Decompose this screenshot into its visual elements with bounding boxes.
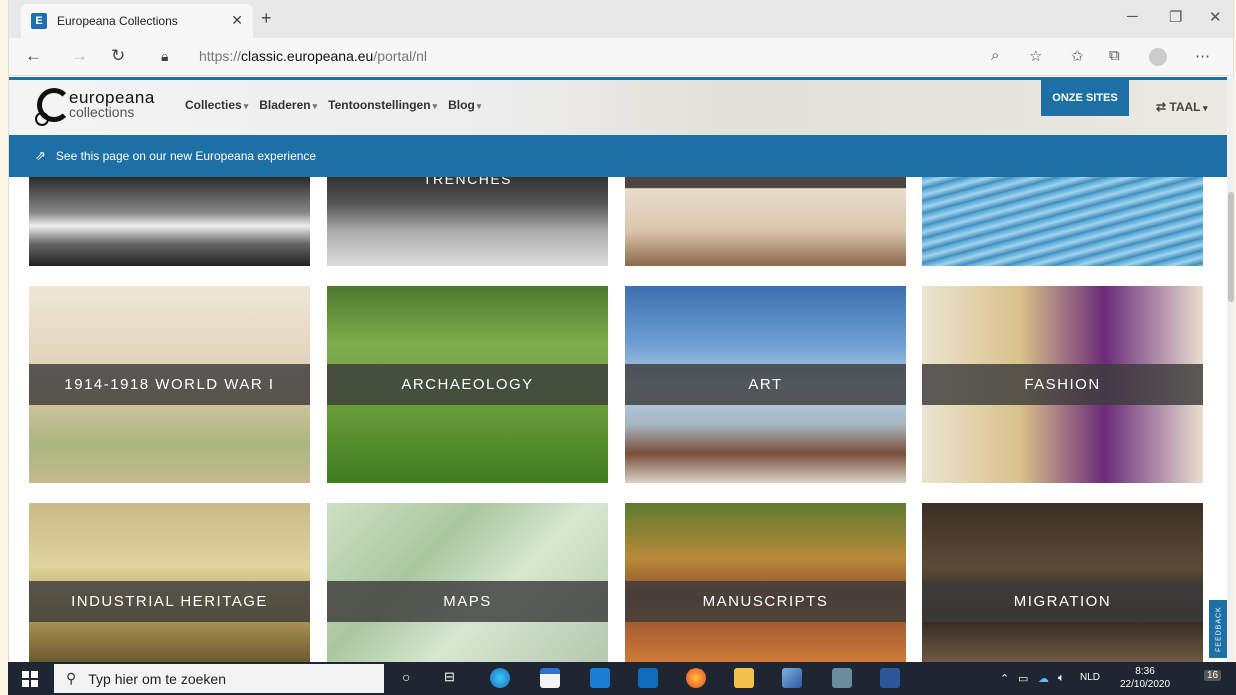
tile-label: ART bbox=[625, 364, 906, 405]
app-icon[interactable] bbox=[782, 668, 802, 688]
site-header: europeana collections Collecties ▾ Blader… bbox=[9, 77, 1227, 135]
favorites-list-icon[interactable]: ✩ bbox=[1071, 47, 1084, 65]
browser-tab[interactable]: E Europeana Collections ✕ bbox=[21, 4, 253, 38]
url-field[interactable]: https://classic.europeana.eu/portal/nl bbox=[199, 48, 427, 64]
nav-collecties[interactable]: Collecties ▾ bbox=[185, 98, 248, 112]
logo-subtitle: collections bbox=[69, 104, 135, 120]
tab-bar: E Europeana Collections ✕ + ─ ❐ ✕ bbox=[9, 0, 1233, 38]
new-experience-banner[interactable]: ⇗ See this page on our new Europeana exp… bbox=[9, 135, 1227, 177]
scrollbar-thumb[interactable] bbox=[1228, 192, 1234, 302]
external-link-icon: ⇗ bbox=[35, 148, 46, 163]
nav-tentoonstellingen[interactable]: Tentoonstellingen ▾ bbox=[328, 98, 437, 112]
word-icon[interactable] bbox=[880, 668, 900, 688]
minimize-icon[interactable]: ─ bbox=[1127, 8, 1138, 25]
collection-tile-manuscripts[interactable]: MANUSCRIPTS bbox=[625, 503, 906, 662]
tile-label: 1914-1918 WORLD WAR I bbox=[29, 364, 310, 405]
forward-icon[interactable]: → bbox=[71, 46, 88, 66]
zoom-icon[interactable]: ⌕ bbox=[991, 47, 999, 64]
partial-tile-label: TRENCHES bbox=[422, 177, 512, 187]
browser-window: E Europeana Collections ✕ + ─ ❐ ✕ ← → ↻ … bbox=[8, 0, 1235, 662]
file-explorer-icon[interactable] bbox=[734, 668, 754, 688]
collection-tile-partial[interactable] bbox=[625, 177, 906, 266]
main-nav: Collecties ▾ Bladeren ▾ Tentoonstellingen ▾… bbox=[185, 98, 481, 112]
chevron-down-icon: ▾ bbox=[243, 101, 249, 111]
firefox-icon[interactable] bbox=[686, 668, 706, 688]
translate-icon: ⇄ bbox=[1156, 100, 1167, 114]
address-bar: ← → ↻ 🔒︎ https://classic.europeana.eu/po… bbox=[9, 38, 1233, 76]
taskbar-search-input[interactable]: ⚲ Typ hier om te zoeken bbox=[54, 664, 384, 693]
calculator-icon[interactable] bbox=[832, 668, 852, 688]
feedback-button[interactable]: FEEDBACK bbox=[1209, 600, 1229, 658]
tile-label: ARCHAEOLOGY bbox=[327, 364, 608, 405]
logo-wordmark: europeana bbox=[69, 88, 155, 107]
windows-start-icon[interactable] bbox=[22, 671, 38, 687]
volume-icon[interactable]: 🔈︎ bbox=[1058, 672, 1065, 685]
search-icon: ⚲ bbox=[66, 670, 77, 686]
collection-tile-partial[interactable]: TRENCHES bbox=[327, 177, 608, 266]
onze-sites-button[interactable]: ONZE SITES bbox=[1041, 80, 1129, 116]
edge-icon[interactable] bbox=[490, 668, 510, 688]
tile-label: INDUSTRIAL HERITAGE bbox=[29, 581, 310, 622]
chevron-down-icon: ▾ bbox=[432, 101, 438, 111]
collection-tile-archaeology[interactable]: ARCHAEOLOGY bbox=[327, 286, 608, 483]
notification-count: 16 bbox=[1207, 670, 1219, 681]
close-tab-icon[interactable]: ✕ bbox=[231, 12, 243, 29]
restore-icon[interactable]: ❐ bbox=[1169, 8, 1182, 26]
tile-label: MANUSCRIPTS bbox=[625, 581, 906, 622]
europeana-favicon-icon: E bbox=[31, 13, 47, 29]
profile-avatar[interactable] bbox=[1149, 48, 1167, 66]
page-scrollbar[interactable] bbox=[1227, 77, 1235, 662]
store-icon[interactable] bbox=[540, 668, 560, 688]
collection-tile-industrial-heritage[interactable]: INDUSTRIAL HERITAGE bbox=[29, 503, 310, 662]
collection-tile-art[interactable]: ART bbox=[625, 286, 906, 483]
collection-tile-fashion[interactable]: FASHION bbox=[922, 286, 1203, 483]
europeana-logo-icon bbox=[35, 86, 71, 126]
task-view-icon[interactable]: ⊟ bbox=[444, 669, 455, 685]
tile-label: MIGRATION bbox=[922, 581, 1203, 622]
outlook-icon[interactable] bbox=[638, 668, 658, 688]
nav-bladeren[interactable]: Bladeren ▾ bbox=[259, 98, 317, 112]
lock-icon: 🔒︎ bbox=[161, 48, 169, 64]
clock[interactable]: 8:36 22/10/2020 bbox=[1120, 665, 1170, 691]
chevron-up-icon[interactable]: ⌃ bbox=[1000, 672, 1009, 685]
collection-tile-migration[interactable]: MIGRATION bbox=[922, 503, 1203, 662]
language-selector[interactable]: ⇄ TAAL ▾ bbox=[1156, 100, 1208, 114]
banner-text: See this page on our new Europeana exper… bbox=[55, 149, 317, 163]
close-window-icon[interactable]: ✕ bbox=[1209, 8, 1222, 26]
collection-tile-partial[interactable] bbox=[29, 177, 310, 266]
collection-tile-ww1[interactable]: 1914-1918 WORLD WAR I bbox=[29, 286, 310, 483]
europeana-logo[interactable]: europeana collections bbox=[35, 86, 155, 126]
collection-tile-maps[interactable]: MAPS bbox=[327, 503, 608, 662]
language-indicator[interactable]: NLD bbox=[1080, 672, 1100, 683]
collection-tile-partial[interactable] bbox=[922, 177, 1203, 266]
favorite-star-icon[interactable]: ☆ bbox=[1029, 47, 1042, 65]
notification-center-icon[interactable]: 16 bbox=[1204, 670, 1222, 681]
back-icon[interactable]: ← bbox=[25, 46, 42, 66]
chevron-down-icon: ▾ bbox=[476, 101, 482, 111]
mail-icon[interactable] bbox=[590, 668, 610, 688]
tile-label: MAPS bbox=[327, 581, 608, 622]
nav-blog[interactable]: Blog ▾ bbox=[448, 98, 481, 112]
onedrive-icon[interactable]: ☁ bbox=[1038, 672, 1049, 685]
network-icon[interactable]: ▭ bbox=[1018, 672, 1028, 685]
more-menu-icon[interactable]: ⋯ bbox=[1195, 47, 1210, 65]
refresh-icon[interactable]: ↻ bbox=[111, 46, 125, 66]
windows-taskbar: ⚲ Typ hier om te zoeken ○ ⊟ ⌃ ▭ ☁ 🔈︎ NLD… bbox=[8, 662, 1236, 695]
tile-label: FASHION bbox=[922, 364, 1203, 405]
cortana-icon[interactable]: ○ bbox=[402, 669, 410, 685]
chevron-down-icon: ▾ bbox=[312, 101, 318, 111]
collections-grid: TRENCHES 1914-1918 WORLD WAR I ARCHAEOLO… bbox=[9, 177, 1227, 662]
new-tab-icon[interactable]: + bbox=[261, 8, 272, 29]
collections-icon[interactable]: ⧉ bbox=[1109, 47, 1120, 64]
tab-title: Europeana Collections bbox=[57, 14, 178, 28]
